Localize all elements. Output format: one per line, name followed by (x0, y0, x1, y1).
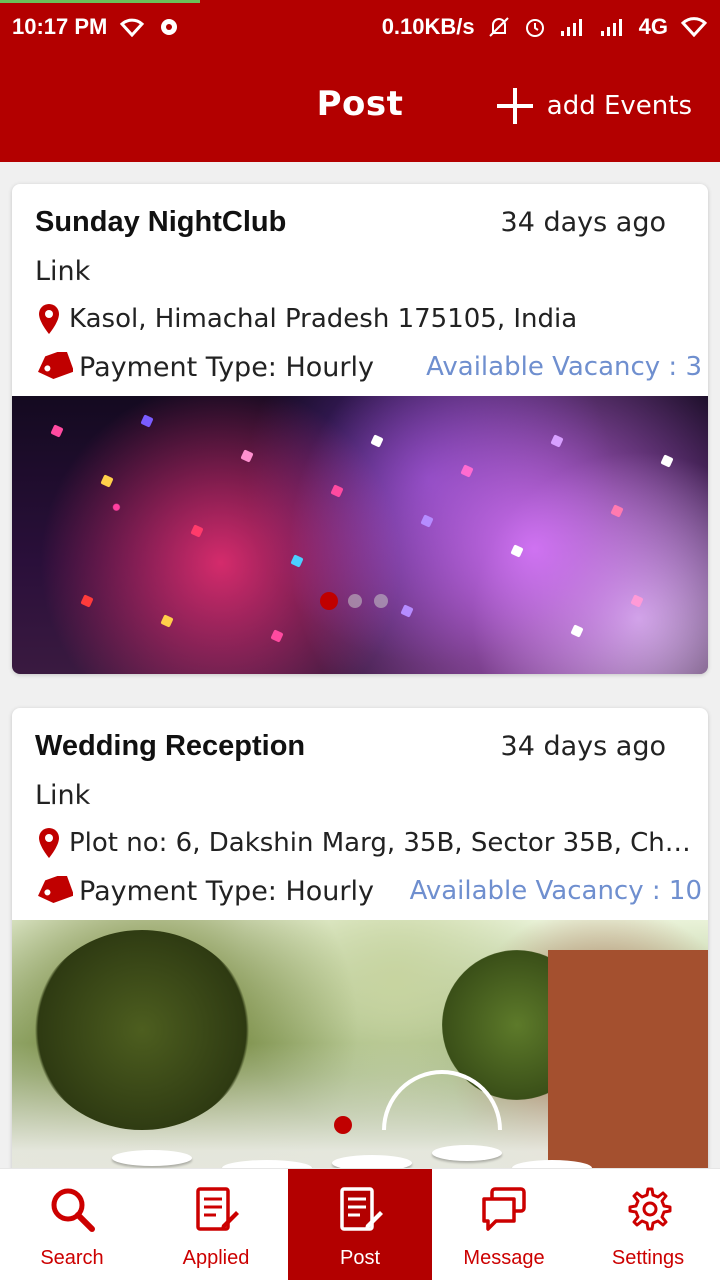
network-speed: 0.10KB/s (381, 14, 475, 39)
payment-type: Payment Type: Hourly (79, 351, 374, 383)
building-wall (548, 950, 708, 1168)
location-pin-icon (35, 302, 63, 336)
bottom-navigation: Search Applied Post Message Settings (0, 1168, 720, 1280)
available-vacancy: Available Vacancy : 10 (409, 876, 702, 906)
location-pin-icon (35, 826, 63, 860)
post-card[interactable]: Sunday NightClub 34 days ago Link Kasol,… (12, 184, 708, 674)
tree-decoration (32, 930, 252, 1130)
post-location: Plot no: 6, Dakshin Marg, 35B, Sector 35… (69, 828, 691, 858)
document-edit-icon (196, 1187, 239, 1231)
hotspot-icon (157, 16, 181, 38)
nav-search[interactable]: Search (0, 1169, 144, 1280)
status-time: 10:17 PM (12, 14, 108, 39)
nav-label: Search (40, 1247, 104, 1269)
post-feed[interactable]: Sunday NightClub 34 days ago Link Kasol,… (0, 162, 720, 1168)
post-title: Wedding Reception (35, 730, 306, 762)
price-tag-icon (35, 874, 73, 908)
loading-indicator (0, 0, 200, 3)
signal-icon (599, 17, 627, 37)
nav-applied[interactable]: Applied (144, 1169, 288, 1280)
post-time-ago: 34 days ago (500, 731, 666, 762)
post-title: Sunday NightClub (35, 206, 287, 238)
carousel-dot[interactable] (348, 594, 362, 608)
nav-settings[interactable]: Settings (576, 1169, 720, 1280)
signal-icon (559, 17, 587, 37)
nav-label: Message (463, 1247, 545, 1269)
nav-label: Settings (611, 1247, 685, 1269)
wedding-garden-photo[interactable] (12, 920, 708, 1168)
party-confetti-photo[interactable] (12, 396, 708, 674)
wifi-icon (680, 17, 708, 37)
post-time-ago: 34 days ago (500, 207, 666, 238)
payment-type: Payment Type: Hourly (79, 875, 374, 907)
network-type: 4G (638, 14, 668, 39)
chat-icon (482, 1187, 526, 1231)
app-header: 10:17 PM 0.10KB/s 4G Post add Events (0, 0, 720, 162)
status-bar: 10:17 PM 0.10KB/s 4G (12, 10, 708, 44)
carousel-dot[interactable] (374, 594, 388, 608)
plus-icon (496, 88, 533, 124)
nav-label: Applied (182, 1247, 250, 1269)
add-events-button[interactable]: add Events (496, 84, 692, 128)
carousel-dot-active[interactable] (334, 1116, 352, 1134)
add-events-label: add Events (546, 91, 692, 121)
price-tag-icon (35, 350, 73, 384)
available-vacancy: Available Vacancy : 3 (426, 352, 702, 382)
alarm-icon (523, 15, 547, 39)
carousel-dot-active[interactable] (320, 592, 338, 610)
post-card[interactable]: Wedding Reception 34 days ago Link Plot … (12, 708, 708, 1168)
post-link[interactable]: Link (35, 780, 90, 811)
post-link[interactable]: Link (35, 256, 90, 287)
nav-label: Post (339, 1247, 381, 1269)
wifi-icon (119, 17, 145, 37)
search-icon (51, 1188, 95, 1232)
nav-message[interactable]: Message (432, 1169, 576, 1280)
document-edit-icon (340, 1187, 383, 1231)
post-location: Kasol, Himachal Pradesh 175105, India (69, 304, 578, 334)
silent-icon (487, 15, 511, 39)
nav-post[interactable]: Post (288, 1169, 432, 1280)
gear-icon (628, 1187, 672, 1231)
